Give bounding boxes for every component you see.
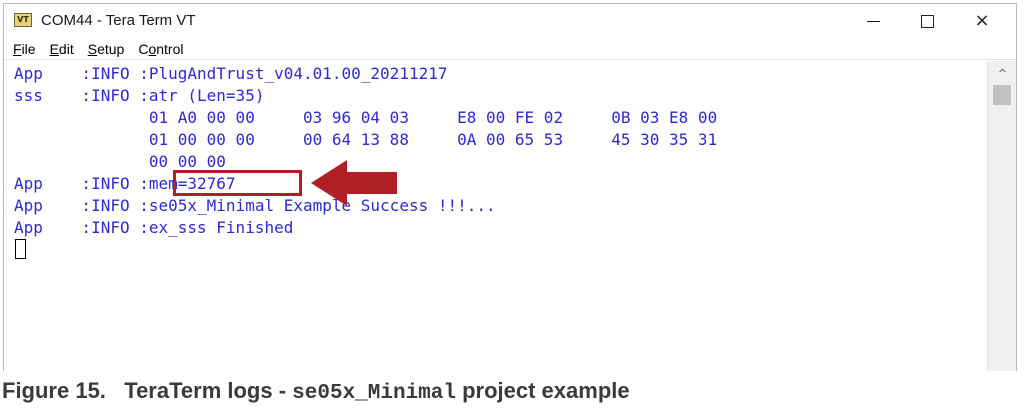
close-icon: × <box>974 10 990 31</box>
maximize-icon <box>920 14 934 28</box>
minimize-button[interactable] <box>850 4 896 38</box>
teraterm-app-icon: VT <box>14 13 32 27</box>
figure-caption: Figure 15. TeraTerm logs - se05x_Minimal… <box>2 378 630 405</box>
terminal-line: 01 A0 00 00 03 96 04 03 E8 00 FE 02 0B 0… <box>14 108 718 127</box>
red-arrow-icon <box>311 160 397 206</box>
terminal-line: App :INFO :PlugAndTrust_v04.01.00_202112… <box>14 64 448 83</box>
close-button[interactable]: × <box>959 4 1005 38</box>
menu-edit[interactable]: Edit <box>43 41 81 57</box>
terminal-line: 01 00 00 00 00 64 13 88 0A 00 65 53 45 3… <box>14 130 718 149</box>
window-title: COM44 - Tera Term VT <box>41 12 196 29</box>
terminal-line: App :INFO :ex_sss Finished <box>14 218 294 237</box>
teraterm-window: VT COM44 - Tera Term VT × File Edit Setu… <box>3 3 1017 371</box>
menu-control[interactable]: Control <box>131 41 190 57</box>
maximize-button[interactable] <box>904 4 950 38</box>
menu-bar: File Edit Setup Control <box>4 38 1016 60</box>
menu-setup[interactable]: Setup <box>81 41 132 57</box>
terminal-cursor <box>15 239 26 259</box>
scroll-thumb[interactable] <box>993 85 1011 105</box>
terminal-output[interactable]: App :INFO :PlugAndTrust_v04.01.00_202112… <box>4 61 987 371</box>
menu-file[interactable]: File <box>4 41 43 57</box>
scroll-up-icon[interactable]: ^ <box>988 61 1017 83</box>
minimize-icon <box>866 20 880 22</box>
mem-highlight-box <box>173 170 302 196</box>
vertical-scrollbar[interactable]: ^ <box>987 61 1016 371</box>
title-bar[interactable]: VT COM44 - Tera Term VT × <box>4 4 1016 38</box>
terminal-line: App :INFO :se05x_Minimal Example Success… <box>14 196 496 215</box>
terminal-line: sss :INFO :atr (Len=35) <box>14 86 265 105</box>
